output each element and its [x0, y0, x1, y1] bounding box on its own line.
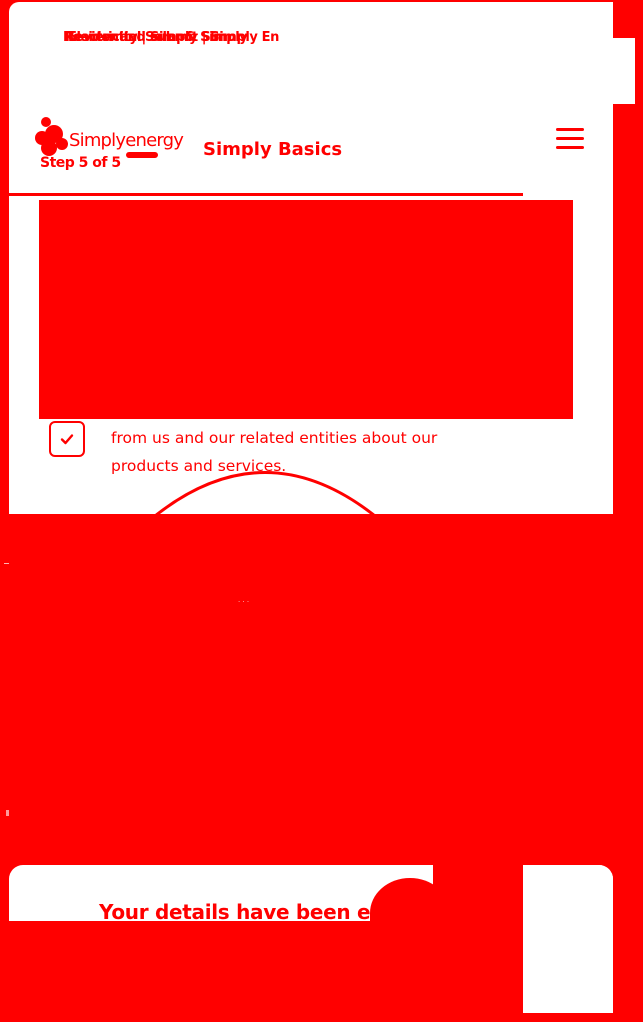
- menu-line: [556, 128, 584, 131]
- step-indicator: Step 5 of 5: [40, 155, 121, 171]
- check-icon: [60, 434, 74, 445]
- overlay-blob: [370, 878, 450, 948]
- hamburger-icon[interactable]: [556, 128, 584, 154]
- card-edge: [577, 38, 635, 104]
- divider: [4, 563, 9, 564]
- menu-line: [556, 146, 584, 149]
- consent-checkbox[interactable]: [49, 421, 85, 457]
- spinner-arc: [149, 471, 381, 522]
- title-text: Electricity | Simply Sim: [68, 30, 228, 45]
- page-title-overlap: Residential Solar & Simply Review and su…: [63, 30, 283, 50]
- faint-glyphs: · · ·: [238, 598, 250, 606]
- card-corner: [577, 2, 613, 38]
- divider: [6, 810, 9, 816]
- menu-line: [556, 137, 584, 140]
- confirmation-title: Your details have been e: [99, 900, 371, 924]
- brand-name: Simplyenergy: [69, 130, 184, 151]
- content-block: [39, 200, 573, 419]
- confirmation-card-edge: [523, 865, 613, 1013]
- progress-bar: [9, 193, 523, 196]
- plan-name: Simply Basics: [203, 139, 343, 160]
